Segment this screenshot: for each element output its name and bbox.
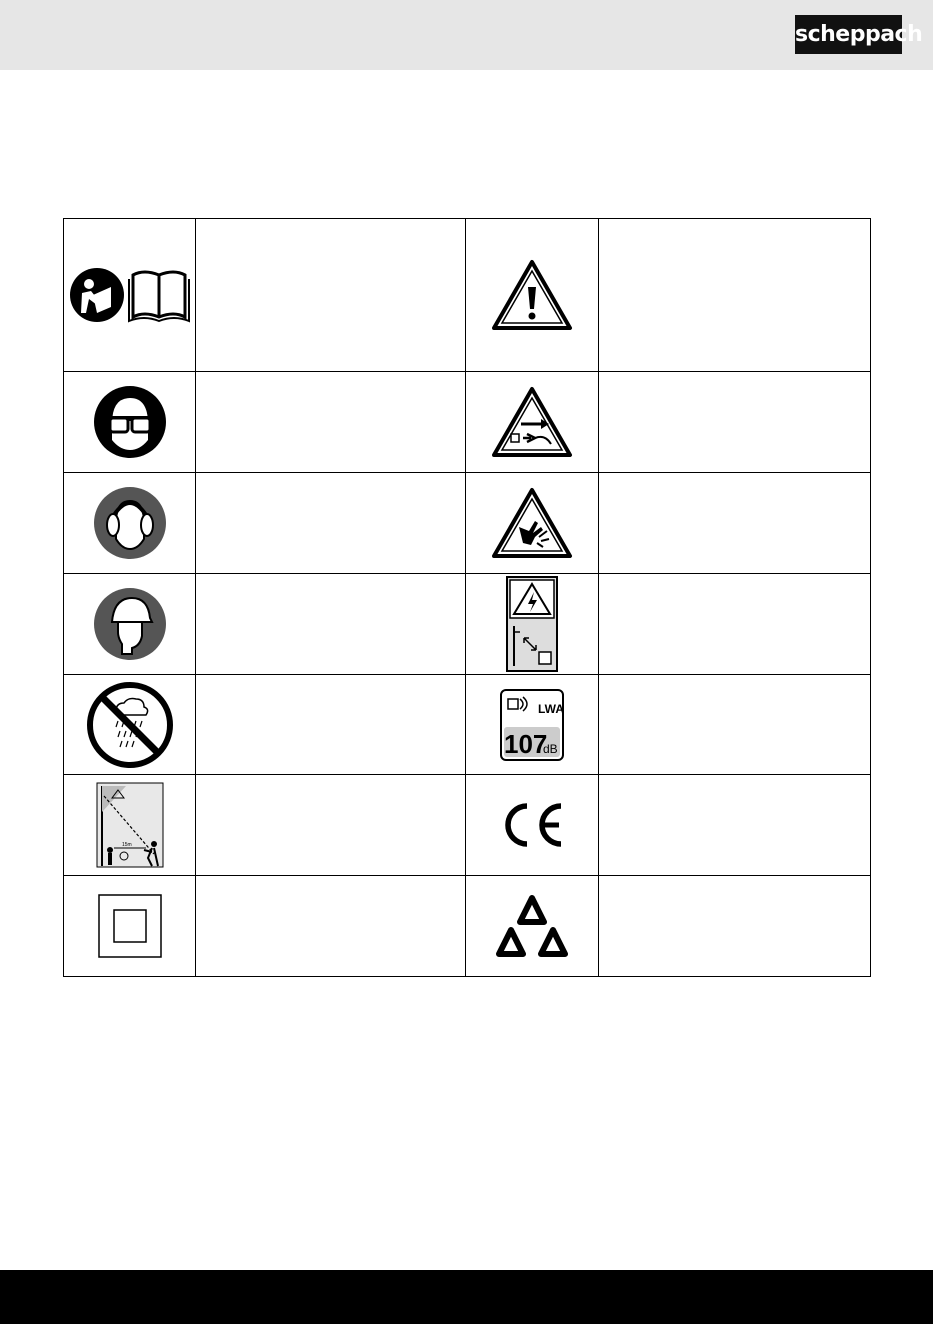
cut-hazard-icon [492,488,572,558]
table-row [63,218,871,372]
read-manual-icon [69,268,190,323]
unplug-power-icon [492,387,572,457]
ear-protection-icon [93,487,166,559]
description-cell [195,218,466,372]
description-cell [195,573,466,675]
description-cell [598,371,871,473]
brand-logo: scheppach [795,15,923,54]
symbol-cell [63,573,196,675]
ce-mark-icon [505,803,562,847]
head-protection-icon [93,588,166,660]
description-cell [598,472,871,574]
description-cell [598,774,871,876]
symbols-table: LWA 107 dB 15m [63,218,871,977]
symbol-cell [63,875,196,977]
distance-value: 15m [122,842,132,848]
symbol-cell [465,875,599,977]
description-cell [195,774,466,876]
three-triangles-icon [496,895,568,957]
protection-class-ii-icon [97,894,162,958]
description-cell [598,218,871,372]
description-cell [598,573,871,675]
sound-power-level-icon: LWA 107 dB [500,688,564,761]
footer-bar [0,1270,933,1324]
symbol-cell [63,472,196,574]
no-rain-icon [86,681,173,768]
table-row [63,573,871,675]
safety-distance-icon: 15m [96,782,163,868]
symbol-cell: LWA 107 dB [465,674,599,775]
table-row [63,875,871,977]
eye-protection-icon [93,386,166,458]
table-row: 15m [63,774,871,876]
table-row [63,472,871,574]
description-cell [598,674,871,775]
description-cell [195,875,466,977]
symbol-cell [465,371,599,473]
header-bar: scheppach [0,0,933,70]
sound-label: LWA [538,702,564,716]
symbol-cell [63,674,196,775]
description-cell [195,674,466,775]
symbol-cell [465,472,599,574]
symbol-cell: 15m [63,774,196,876]
symbol-cell [465,774,599,876]
symbol-cell [63,371,196,473]
description-cell [195,371,466,473]
symbol-cell [63,218,196,372]
table-row [63,371,871,473]
description-cell [195,472,466,574]
sound-unit: dB [543,742,558,756]
description-cell [598,875,871,977]
warning-triangle-icon [492,260,572,330]
symbol-cell [465,218,599,372]
sound-value: 107 [504,729,547,759]
symbol-cell [465,573,599,675]
table-row: LWA 107 dB [63,674,871,775]
power-line-distance-icon [506,576,558,672]
